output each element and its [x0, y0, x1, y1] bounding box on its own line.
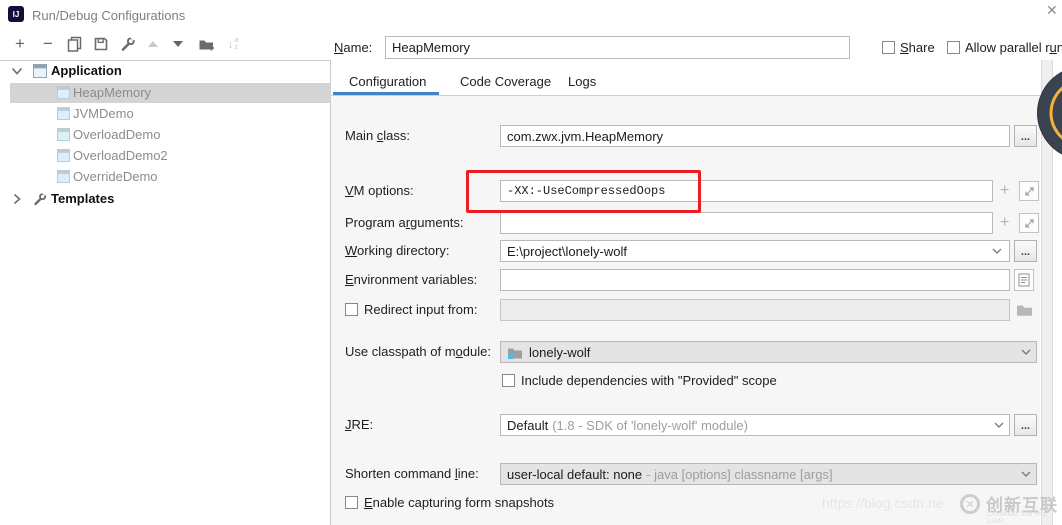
close-icon[interactable]: ✕ — [1046, 2, 1058, 19]
environment-variables-browse-button[interactable] — [1014, 269, 1034, 291]
expand-icon — [1023, 185, 1036, 198]
triangle-down-icon — [173, 41, 183, 47]
sort-az-icon: ↓ az — [228, 37, 239, 51]
redirect-input-field — [500, 299, 1010, 321]
chevron-down-icon — [11, 67, 23, 76]
main-class-label: Main class: — [345, 125, 410, 147]
triangle-up-icon — [148, 41, 158, 47]
vm-options-expand-button[interactable] — [1019, 181, 1039, 201]
include-provided-label: Include dependencies with "Provided" sco… — [521, 373, 777, 388]
program-arguments-add-icon[interactable]: + — [1000, 215, 1009, 231]
plus-icon: + — [15, 34, 25, 54]
enable-snapshots-checkbox[interactable] — [345, 496, 358, 509]
share-checkbox[interactable] — [882, 41, 895, 54]
working-directory-browse-button[interactable]: ... — [1014, 240, 1037, 262]
chevron-down-icon[interactable] — [994, 422, 1004, 429]
remove-button[interactable]: − — [37, 33, 59, 55]
enable-snapshots-label: Enable capturing form snapshots — [364, 495, 554, 510]
wrench-icon — [120, 36, 136, 52]
main-class-browse-button[interactable]: ... — [1014, 125, 1037, 147]
main-class-field[interactable]: com.zwx.jvm.HeapMemory — [500, 125, 1010, 147]
name-label: Name: — [334, 40, 372, 55]
configurations-tree: Application HeapMemory JVMDemo OverloadD… — [0, 60, 331, 525]
folder-add-icon — [198, 37, 216, 52]
module-combobox[interactable]: lonely-wolf — [500, 341, 1037, 363]
run-debug-configurations-dialog: IJ Run/Debug Configurations ✕ + − — [0, 0, 1062, 525]
environment-variables-label: Environment variables: — [345, 269, 477, 291]
tab-logs[interactable]: Logs — [568, 74, 596, 89]
share-label: Share — [900, 40, 935, 55]
allow-parallel-run-label: Allow parallel run — [965, 40, 1062, 55]
ellipsis-icon: ... — [1021, 250, 1030, 255]
working-directory-label: Working directory: — [345, 240, 450, 262]
overlay-circle-button[interactable] — [1037, 66, 1062, 160]
program-arguments-label: Program arguments: — [345, 212, 464, 234]
wrench-icon — [33, 192, 47, 206]
allow-parallel-run-checkbox[interactable] — [947, 41, 960, 54]
expand-icon — [1023, 217, 1036, 230]
tree-group-application[interactable]: Application — [0, 61, 331, 81]
redirect-input-label: Redirect input from: — [364, 302, 477, 317]
move-down-button[interactable] — [167, 33, 189, 55]
chevron-down-icon[interactable] — [1021, 349, 1031, 356]
program-arguments-expand-button[interactable] — [1019, 213, 1039, 233]
shorten-command-line-label: Shorten command line: — [345, 463, 479, 485]
environment-variables-field[interactable] — [500, 269, 1010, 291]
application-config-icon — [57, 107, 70, 120]
tree-item-overloaddemo2[interactable]: OverloadDemo2 — [0, 146, 331, 166]
active-tab-indicator — [333, 92, 439, 95]
sort-configurations-button[interactable]: ↓ az — [222, 33, 244, 55]
application-config-icon — [57, 128, 70, 141]
module-classpath-label: Use classpath of module: — [345, 341, 491, 363]
vm-options-field[interactable]: -XX:-UseCompressedOops — [500, 180, 993, 202]
tab-configuration[interactable]: Configuration — [349, 74, 426, 89]
working-directory-field[interactable]: E:\project\lonely-wolf — [500, 240, 1010, 262]
save-configuration-button[interactable] — [90, 33, 112, 55]
intellij-logo-icon: IJ — [8, 6, 24, 22]
program-arguments-field[interactable] — [500, 212, 993, 234]
ellipsis-icon: ... — [1021, 424, 1030, 429]
minus-icon: − — [43, 34, 53, 54]
copy-configuration-button[interactable] — [64, 33, 86, 55]
name-input[interactable] — [385, 36, 850, 59]
application-config-icon — [57, 170, 70, 183]
chevron-down-icon[interactable] — [1021, 471, 1031, 478]
add-button[interactable]: + — [9, 33, 31, 55]
include-provided-checkbox[interactable] — [502, 374, 515, 387]
move-up-button[interactable] — [142, 33, 164, 55]
application-config-icon — [57, 149, 70, 162]
tree-item-overloaddemo[interactable]: OverloadDemo — [0, 125, 331, 145]
list-icon — [1018, 273, 1030, 287]
folder-icon — [1016, 303, 1033, 316]
progress-arc-icon — [1038, 67, 1062, 159]
save-icon — [93, 36, 109, 52]
edit-templates-button[interactable] — [117, 33, 139, 55]
tree-item-jvmdemo[interactable]: JVMDemo — [0, 104, 331, 124]
application-config-icon — [57, 86, 70, 99]
application-icon — [33, 64, 47, 78]
jre-label: JRE: — [345, 414, 373, 436]
vm-options-label: VM options: — [345, 180, 414, 202]
module-icon — [507, 346, 523, 359]
tree-item-heapmemory[interactable]: HeapMemory — [10, 83, 331, 103]
dialog-title: Run/Debug Configurations — [32, 8, 185, 23]
jre-browse-button[interactable]: ... — [1014, 414, 1037, 436]
ellipsis-icon: ... — [1021, 135, 1030, 140]
create-new-folder-button[interactable] — [196, 33, 218, 55]
chevron-down-icon[interactable] — [992, 248, 1002, 255]
copy-icon — [67, 36, 83, 52]
redirect-input-checkbox[interactable] — [345, 303, 358, 316]
tree-group-templates[interactable]: Templates — [0, 189, 331, 209]
chevron-right-icon — [13, 193, 22, 205]
shorten-command-line-combobox[interactable]: user-local default: none - java [options… — [500, 463, 1037, 485]
vm-options-add-icon[interactable]: + — [1000, 183, 1009, 199]
jre-combobox[interactable]: Default (1.8 - SDK of 'lonely-wolf' modu… — [500, 414, 1010, 436]
tree-item-overridedemo[interactable]: OverrideDemo — [0, 167, 331, 187]
tab-code-coverage[interactable]: Code Coverage — [460, 74, 551, 89]
